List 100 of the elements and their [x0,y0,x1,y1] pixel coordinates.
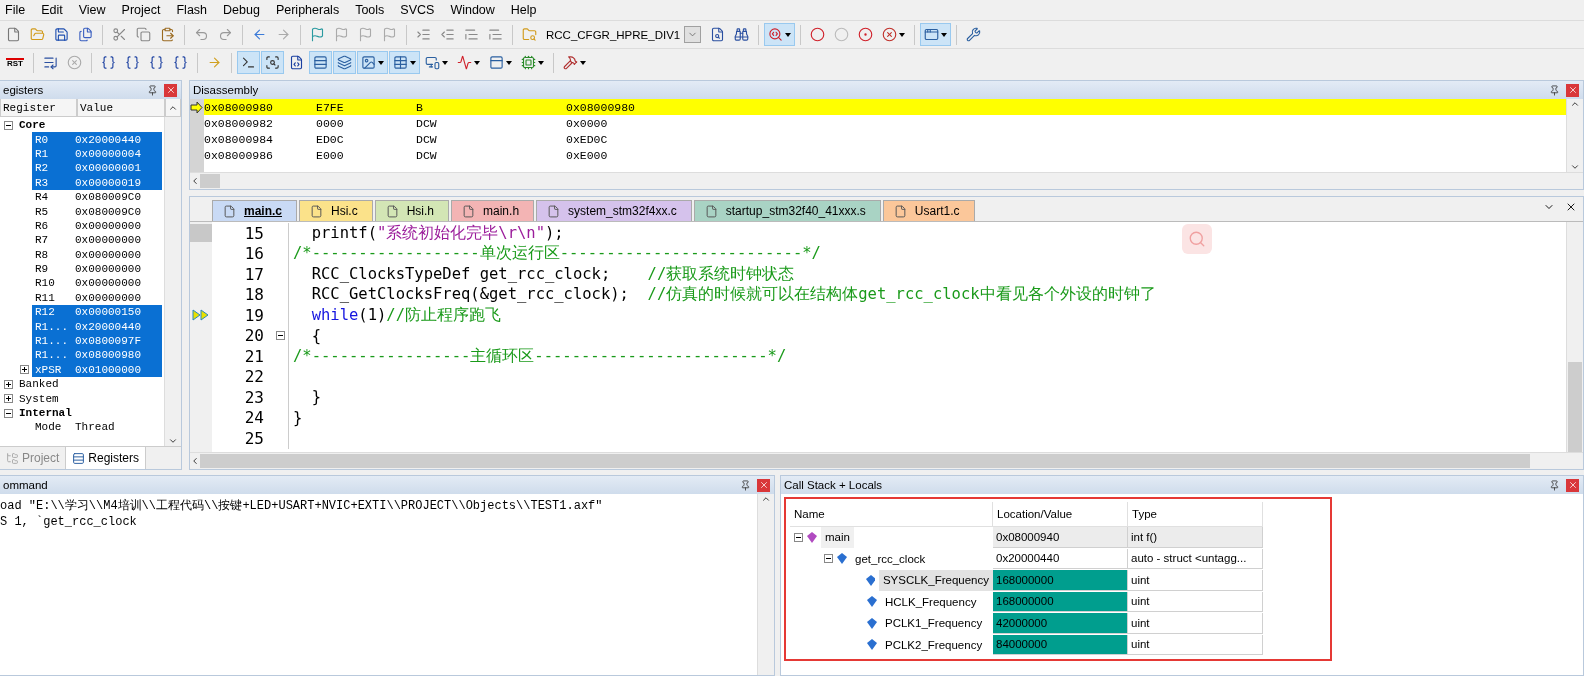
menu-item[interactable]: Debug [215,3,268,17]
close-button[interactable] [164,83,177,97]
search-icon [1188,230,1206,248]
collapse-icon[interactable] [794,532,803,542]
file-tab[interactable]: Hsi.c [299,200,373,221]
menu-item[interactable]: Flash [168,3,216,17]
flag-icon [334,27,349,42]
file-icon [893,204,907,218]
collapse-icon[interactable] [3,120,13,130]
toolbar-button[interactable] [920,23,952,46]
register-name[interactable]: R6 [32,218,72,234]
target-combo[interactable]: RCC_CFGR_HPRE_DIV1 [542,26,706,43]
register-name[interactable]: R12 [32,305,72,320]
collapse-icon[interactable] [824,554,833,564]
collapse-icon[interactable] [275,331,285,341]
line-number: 24 [243,408,265,428]
menu-item[interactable]: Project [113,3,169,17]
register-group[interactable]: Banked [16,377,156,392]
scrollbar[interactable] [1566,99,1583,172]
file-tab[interactable]: Usart1.c [882,200,975,221]
scroll-thumb[interactable] [1568,362,1582,452]
local-name[interactable]: HCLK_Frequency [881,591,981,612]
close-button[interactable] [757,478,770,492]
register-group[interactable]: Internal [16,405,156,421]
toolbar-button[interactable] [764,23,796,46]
file-tab[interactable]: Hsi.h [374,200,450,221]
register-name[interactable]: R8 [32,247,72,262]
file-icon [310,204,323,218]
register-name[interactable]: R7 [32,233,72,248]
column-header[interactable]: Register [0,99,77,117]
register-name[interactable]: R1... [32,319,72,334]
register-name[interactable]: R0 [32,132,72,147]
line-number: 25 [243,428,265,448]
register-group[interactable]: Core [16,118,156,133]
function-icon [807,531,817,543]
menu-item[interactable]: Edit [33,3,71,17]
register-name[interactable]: R5 [32,204,72,219]
toolbar-button[interactable] [237,51,260,74]
file-tab[interactable]: main.c [212,200,297,221]
expand-icon[interactable] [19,365,29,375]
search-button[interactable] [1182,224,1212,254]
toolbar-button[interactable] [333,51,356,74]
scroll-thumb[interactable] [200,174,220,188]
register-group[interactable]: System [16,391,156,406]
file-tab[interactable]: startup_stm32f40_41xxx.s [693,200,881,221]
line-number: 22 [243,367,265,387]
scrollbar[interactable] [190,452,1583,469]
toolbar-button[interactable] [389,51,420,74]
close-button[interactable] [1566,83,1579,97]
scrollbar[interactable] [1566,222,1583,452]
project-icon [6,451,19,465]
menu-item[interactable]: View [70,3,114,17]
command-output-line: S 1, `get_rcc_clock [0,514,138,530]
toolbar-button[interactable]: RST [2,51,28,74]
menu-item[interactable]: Help [502,3,545,17]
expand-icon[interactable] [3,394,13,404]
menu-item[interactable]: File [0,3,34,17]
register-name[interactable]: R1... [32,348,72,363]
toolbar-button[interactable] [261,51,284,74]
menu-item[interactable]: Tools [347,3,393,17]
local-value: 0x20000440 [993,548,1128,569]
local-value: 168000000 [993,591,1128,612]
register-name[interactable]: R4 [32,189,72,205]
register-name[interactable]: Mode [32,420,72,435]
panel-tab[interactable]: Registers [66,447,147,469]
local-name[interactable]: SYSCLK_Frequency [878,570,993,591]
local-name[interactable]: get_rcc_clock [851,548,930,569]
column-header[interactable]: Value [77,99,165,117]
local-name[interactable]: main [821,527,854,548]
local-name[interactable]: PCLK1_Frequency [881,613,987,634]
register-value: 0x00000000 [74,290,142,306]
close-button[interactable] [1566,478,1579,492]
register-name[interactable]: R10 [32,276,72,291]
expand-icon[interactable] [3,379,13,389]
collapse-icon[interactable] [3,408,13,418]
register-value: 0x00000000 [74,276,142,291]
local-name[interactable]: PCLK2_Frequency [881,634,987,655]
scrollbar[interactable] [190,172,1583,189]
close-icon [1567,85,1578,95]
file-tab[interactable]: system_stm32f4xx.c [536,200,692,221]
register-name[interactable]: R2 [32,161,72,176]
scroll-up-icon [1570,99,1580,109]
register-value: 0x00000000 [74,233,142,248]
line-number: 16 [243,244,265,264]
menu-item[interactable]: SVCS [392,3,443,17]
menu-item[interactable]: Peripherals [267,3,348,17]
code-line: while(1)//防止程序跑飞 [310,304,501,326]
scrollbar[interactable] [757,494,774,675]
stack-icon [337,55,352,70]
save-all-icon [78,27,93,42]
menu-item[interactable]: Window [442,3,503,17]
scroll-thumb[interactable] [200,454,1530,468]
folder-search-icon [522,27,537,42]
register-name[interactable]: R9 [32,261,72,277]
scrollbar[interactable] [164,117,181,446]
breakpoint-icon [810,27,826,42]
file-tab[interactable]: main.h [451,200,535,221]
register-name[interactable]: R11 [32,290,72,306]
toolbar-button[interactable] [309,51,332,74]
toolbar-button[interactable] [357,51,388,74]
